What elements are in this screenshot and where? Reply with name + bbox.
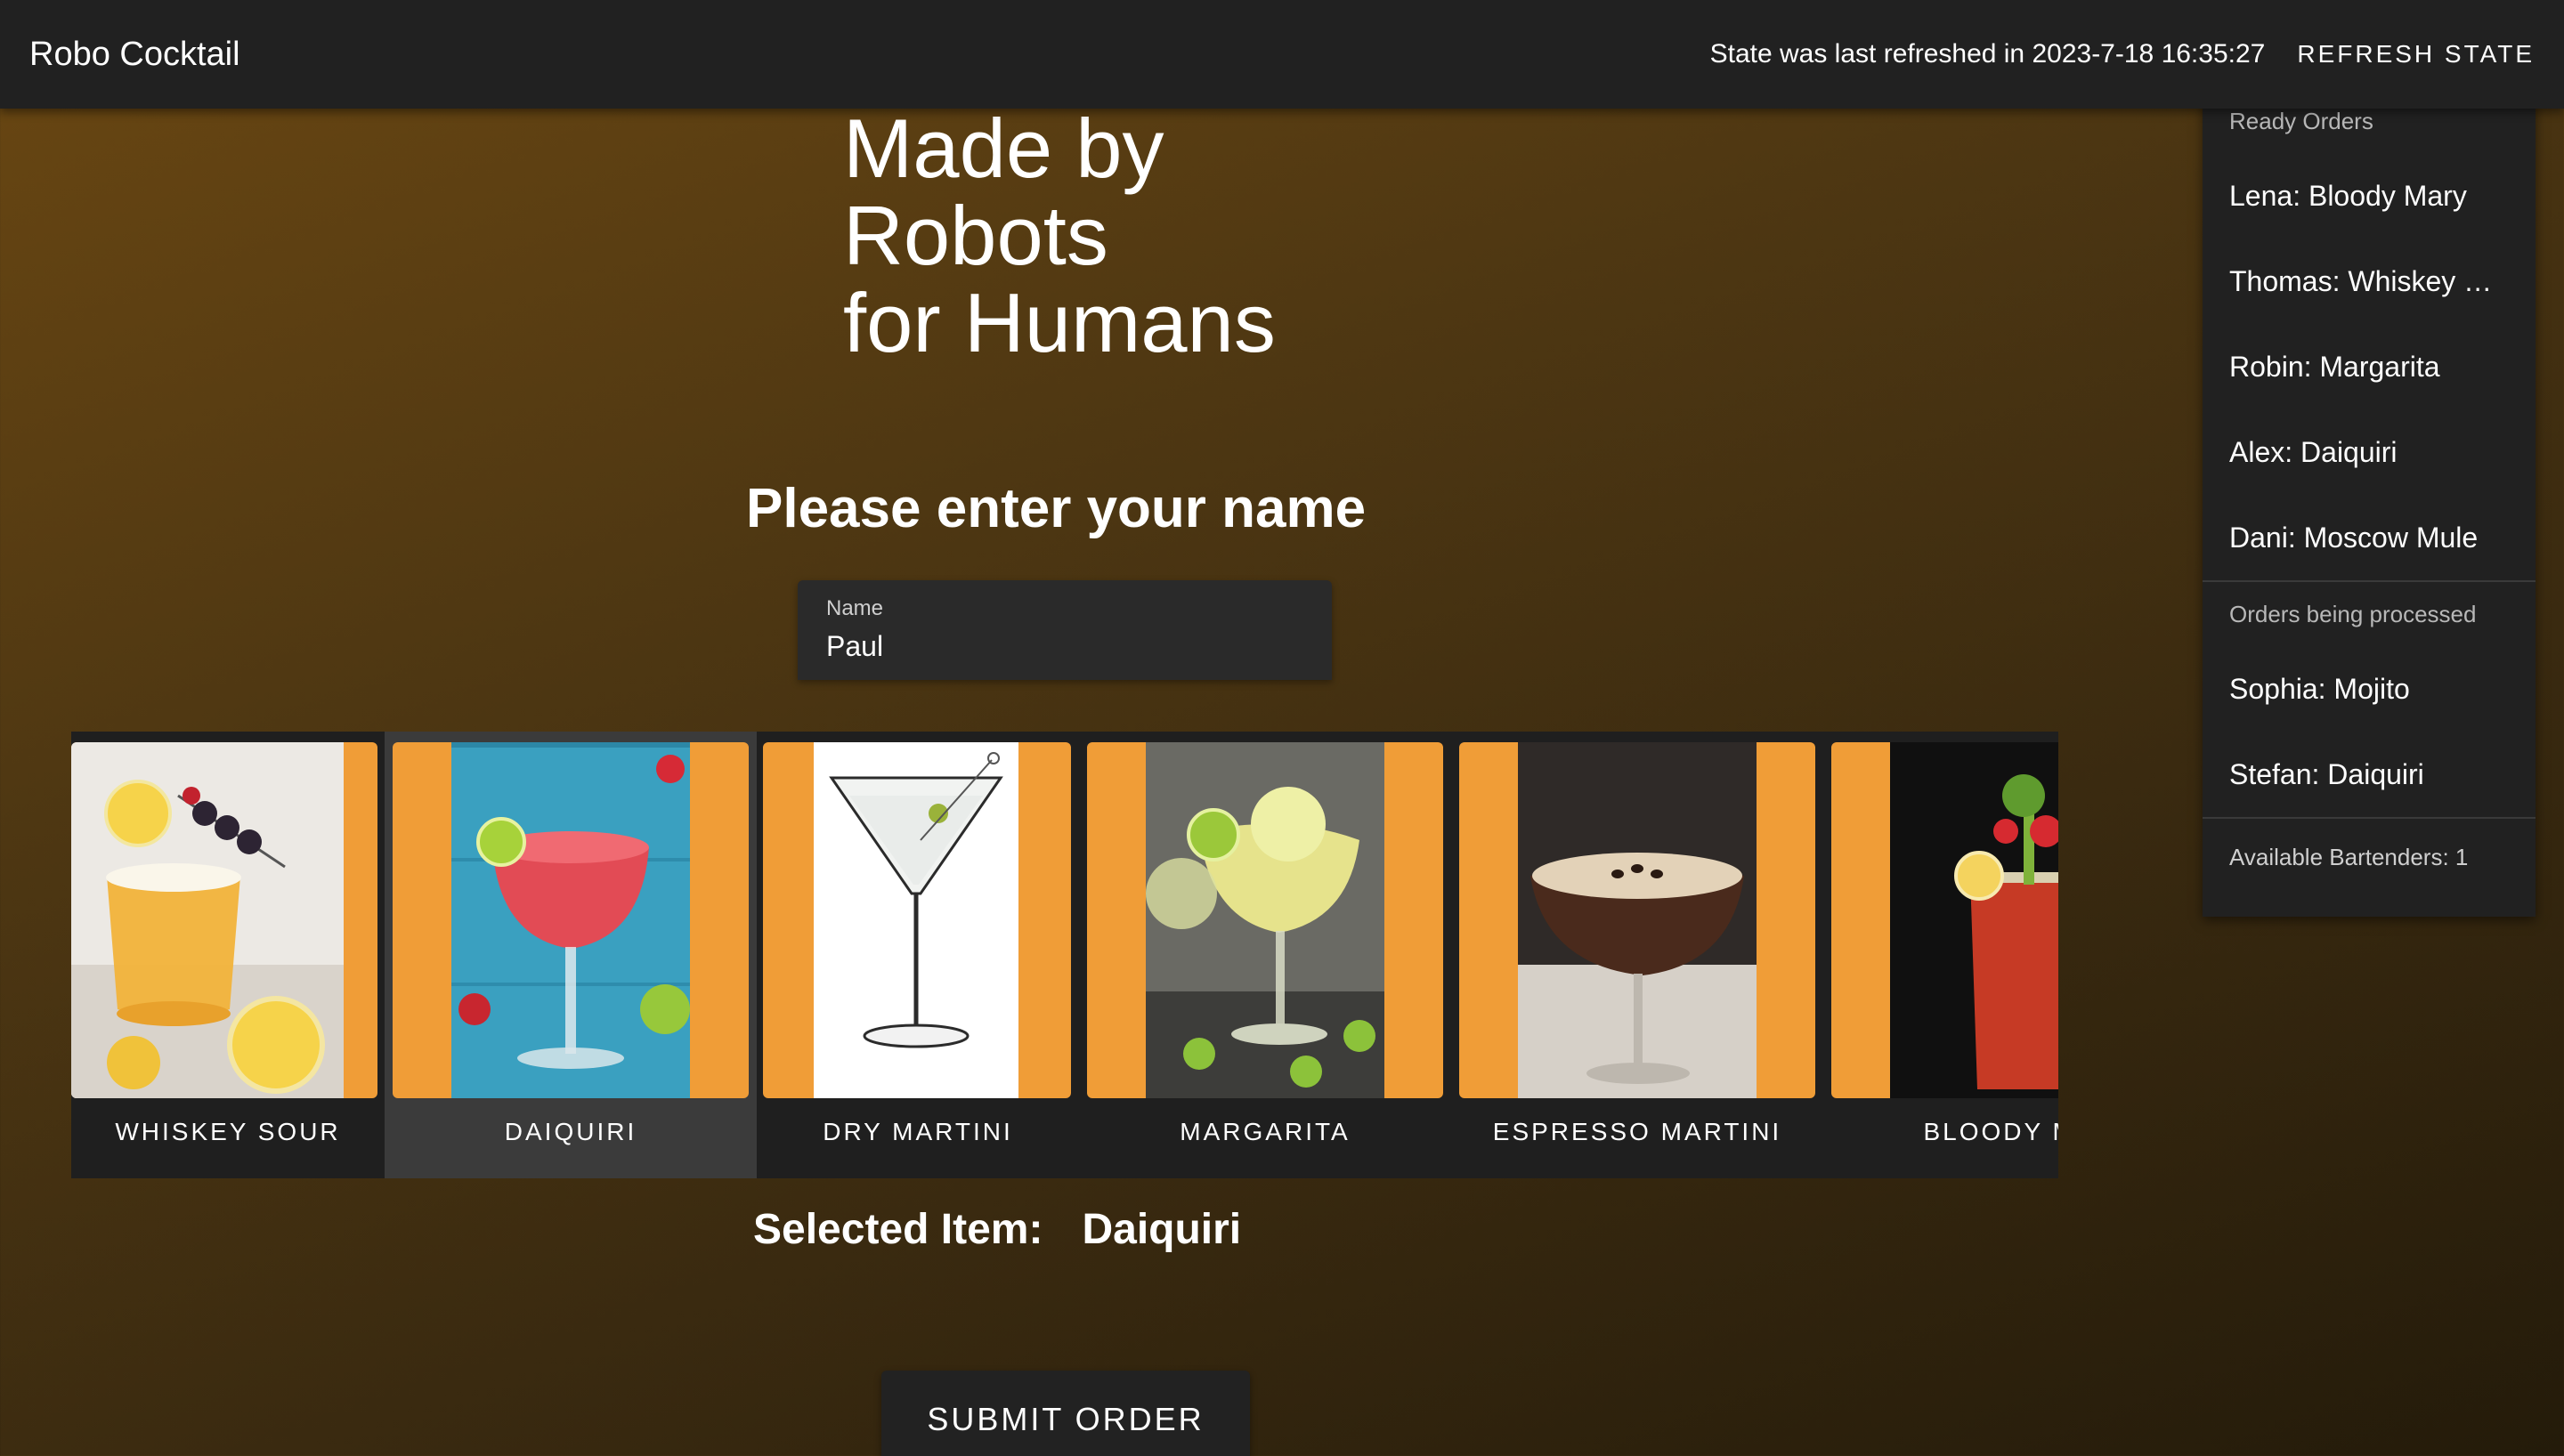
ready-order-item[interactable]: Dani: Moscow Mule [2203, 495, 2536, 580]
refresh-timestamp: State was last refreshed in 2023-7-18 16… [1709, 39, 2266, 69]
appbar-right: State was last refreshed in 2023-7-18 16… [1710, 29, 2535, 79]
processing-order-item[interactable]: Stefan: Daiquiri [2203, 732, 2536, 817]
menu-item-dry-martini[interactable]: DRY MARTINI [757, 732, 1079, 1178]
orders-panel: Ready Orders Lena: Bloody Mary Thomas: W… [2203, 89, 2536, 917]
menu-item-label: DRY MARTINI [823, 1118, 1013, 1145]
ready-order-item[interactable]: Lena: Bloody Mary [2203, 153, 2536, 239]
daiquiri-photo [451, 742, 690, 1098]
available-bartenders: Available Bartenders: 1 [2229, 844, 2469, 870]
cocktail-image [763, 742, 1071, 1098]
cocktail-image [1087, 742, 1443, 1098]
refresh-state-button[interactable]: REFRESH STATE [2297, 29, 2535, 79]
ready-order-item[interactable]: Thomas: Whiskey Sour [2203, 239, 2536, 324]
cocktail-image [393, 742, 749, 1098]
ready-order-item[interactable]: Robin: Margarita [2203, 324, 2536, 409]
margarita-photo [1146, 742, 1384, 1098]
processing-orders-header: Orders being processed [2229, 601, 2477, 627]
espresso-martini-photo [1518, 742, 1757, 1098]
app-title: Robo Cocktail [29, 35, 240, 73]
hero-line: Robots [843, 189, 1108, 282]
name-prompt-text: Please enter your name [746, 478, 1367, 539]
name-input[interactable] [826, 627, 1298, 666]
menu-item-label: MARGARITA [1180, 1118, 1351, 1145]
whiskey-sour-photo [71, 742, 344, 1098]
dry-martini-photo [814, 742, 1018, 1098]
selected-item-value: Daiquiri [1082, 1206, 1242, 1253]
name-field[interactable]: Name [798, 580, 1332, 680]
name-field-label: Name [826, 596, 884, 620]
menu-item-label: WHISKEY SOUR [115, 1118, 341, 1145]
hero-line: Made by [843, 101, 1164, 195]
cocktail-image [1459, 742, 1815, 1098]
menu-item-label: ESPRESSO MARTINI [1492, 1118, 1782, 1145]
app-bar: Robo Cocktail State was last refreshed i… [0, 0, 2564, 109]
hero-heading: Made by Robots for Humans [843, 105, 1276, 367]
menu-item-whiskey-sour[interactable]: WHISKEY SOUR [71, 732, 385, 1178]
cocktail-image [1831, 742, 2058, 1098]
menu-item-espresso-martini[interactable]: ESPRESSO MARTINI [1451, 732, 1823, 1178]
hero-line: for Humans [843, 276, 1276, 369]
selected-item-label: Selected Item: [753, 1206, 1043, 1253]
cocktail-image [71, 742, 377, 1098]
menu-item-label: BLOODY MA [1923, 1118, 2059, 1145]
ready-order-item[interactable]: Alex: Daiquiri [2203, 409, 2536, 495]
menu-item-daiquiri[interactable]: DAIQUIRI [385, 732, 757, 1178]
submit-order-button[interactable]: SUBMIT ORDER [881, 1371, 1250, 1456]
selected-item-line: Selected Item: Daiquiri [753, 1205, 1241, 1254]
menu-item-label: DAIQUIRI [504, 1118, 637, 1145]
menu-item-bloody-mary[interactable]: BLOODY MA [1823, 732, 2058, 1178]
cocktail-carousel[interactable]: WHISKEY SOUR DAIQUIRI DRY MARTINI MARGAR… [71, 732, 2058, 1178]
menu-item-margarita[interactable]: MARGARITA [1079, 732, 1451, 1178]
bloody-mary-photo [1890, 742, 2058, 1098]
processing-order-item[interactable]: Sophia: Mojito [2203, 646, 2536, 732]
